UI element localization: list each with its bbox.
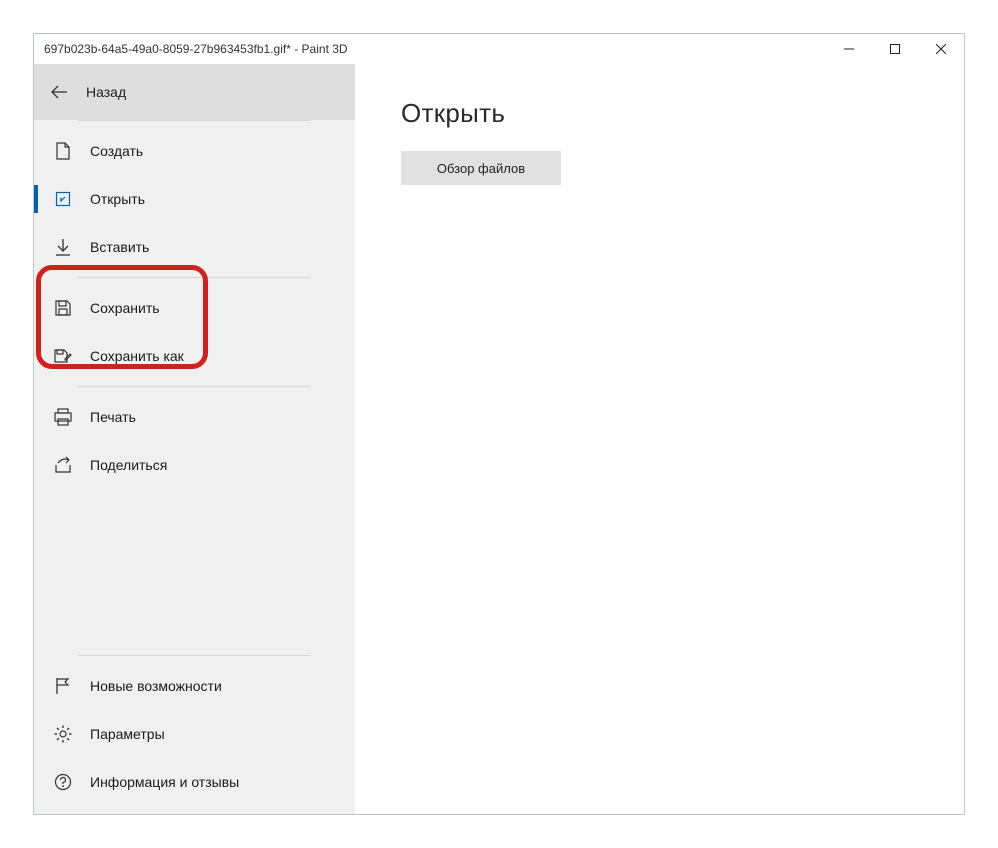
menu-item-label: Сохранить как (90, 348, 184, 364)
flag-icon (54, 677, 72, 695)
menu-item-label: Информация и отзывы (90, 774, 239, 790)
menu-item-help-feedback[interactable]: Информация и отзывы (34, 758, 355, 806)
menu-item-print[interactable]: Печать (34, 393, 355, 441)
app-window: 697b023b-64a5-49a0-8059-27b963453fb1.gif… (33, 33, 965, 815)
menu-item-label: Новые возможности (90, 678, 222, 694)
browse-files-button[interactable]: Обзор файлов (401, 151, 561, 185)
window-controls (826, 34, 964, 64)
maximize-icon (890, 44, 900, 54)
page-title: Открыть (401, 98, 964, 129)
menu-item-whats-new[interactable]: Новые возможности (34, 662, 355, 710)
menu-item-label: Печать (90, 409, 136, 425)
menu-item-label: Создать (90, 143, 143, 159)
save-icon (54, 299, 72, 317)
menu-list-bottom: Новые возможности Параметры Информация и… (34, 655, 355, 814)
arrow-left-icon (50, 85, 68, 99)
minimize-icon (844, 44, 854, 54)
save-as-icon (54, 347, 72, 365)
titlebar: 697b023b-64a5-49a0-8059-27b963453fb1.gif… (34, 34, 964, 64)
sidebar: Назад Создать Открыть (34, 64, 355, 814)
menu-item-label: Вставить (90, 239, 149, 255)
menu-item-insert[interactable]: Вставить (34, 223, 355, 271)
back-button[interactable]: Назад (34, 64, 355, 120)
menu-item-share[interactable]: Поделиться (34, 441, 355, 489)
close-button[interactable] (918, 34, 964, 64)
divider (78, 277, 311, 278)
menu-item-label: Сохранить (90, 300, 160, 316)
menu-item-open[interactable]: Открыть (34, 175, 355, 223)
help-icon (54, 773, 72, 791)
print-icon (54, 408, 72, 426)
back-label: Назад (86, 84, 126, 100)
menu-item-save[interactable]: Сохранить (34, 284, 355, 332)
menu-item-settings[interactable]: Параметры (34, 710, 355, 758)
menu-list-top: Создать Открыть Вставить (34, 121, 355, 489)
open-icon (54, 190, 72, 208)
menu-item-label: Открыть (90, 191, 145, 207)
gear-icon (54, 725, 72, 743)
menu-item-new[interactable]: Создать (34, 127, 355, 175)
window-title: 697b023b-64a5-49a0-8059-27b963453fb1.gif… (44, 42, 348, 56)
download-icon (54, 238, 72, 256)
divider (78, 386, 311, 387)
divider (78, 655, 311, 656)
menu-item-save-as[interactable]: Сохранить как (34, 332, 355, 380)
file-icon (54, 142, 72, 160)
minimize-button[interactable] (826, 34, 872, 64)
maximize-button[interactable] (872, 34, 918, 64)
share-icon (54, 456, 72, 474)
close-icon (936, 44, 946, 54)
main-content: Открыть Обзор файлов (355, 64, 964, 814)
menu-item-label: Параметры (90, 726, 165, 742)
window-body: Назад Создать Открыть (34, 64, 964, 814)
menu-item-label: Поделиться (90, 457, 167, 473)
